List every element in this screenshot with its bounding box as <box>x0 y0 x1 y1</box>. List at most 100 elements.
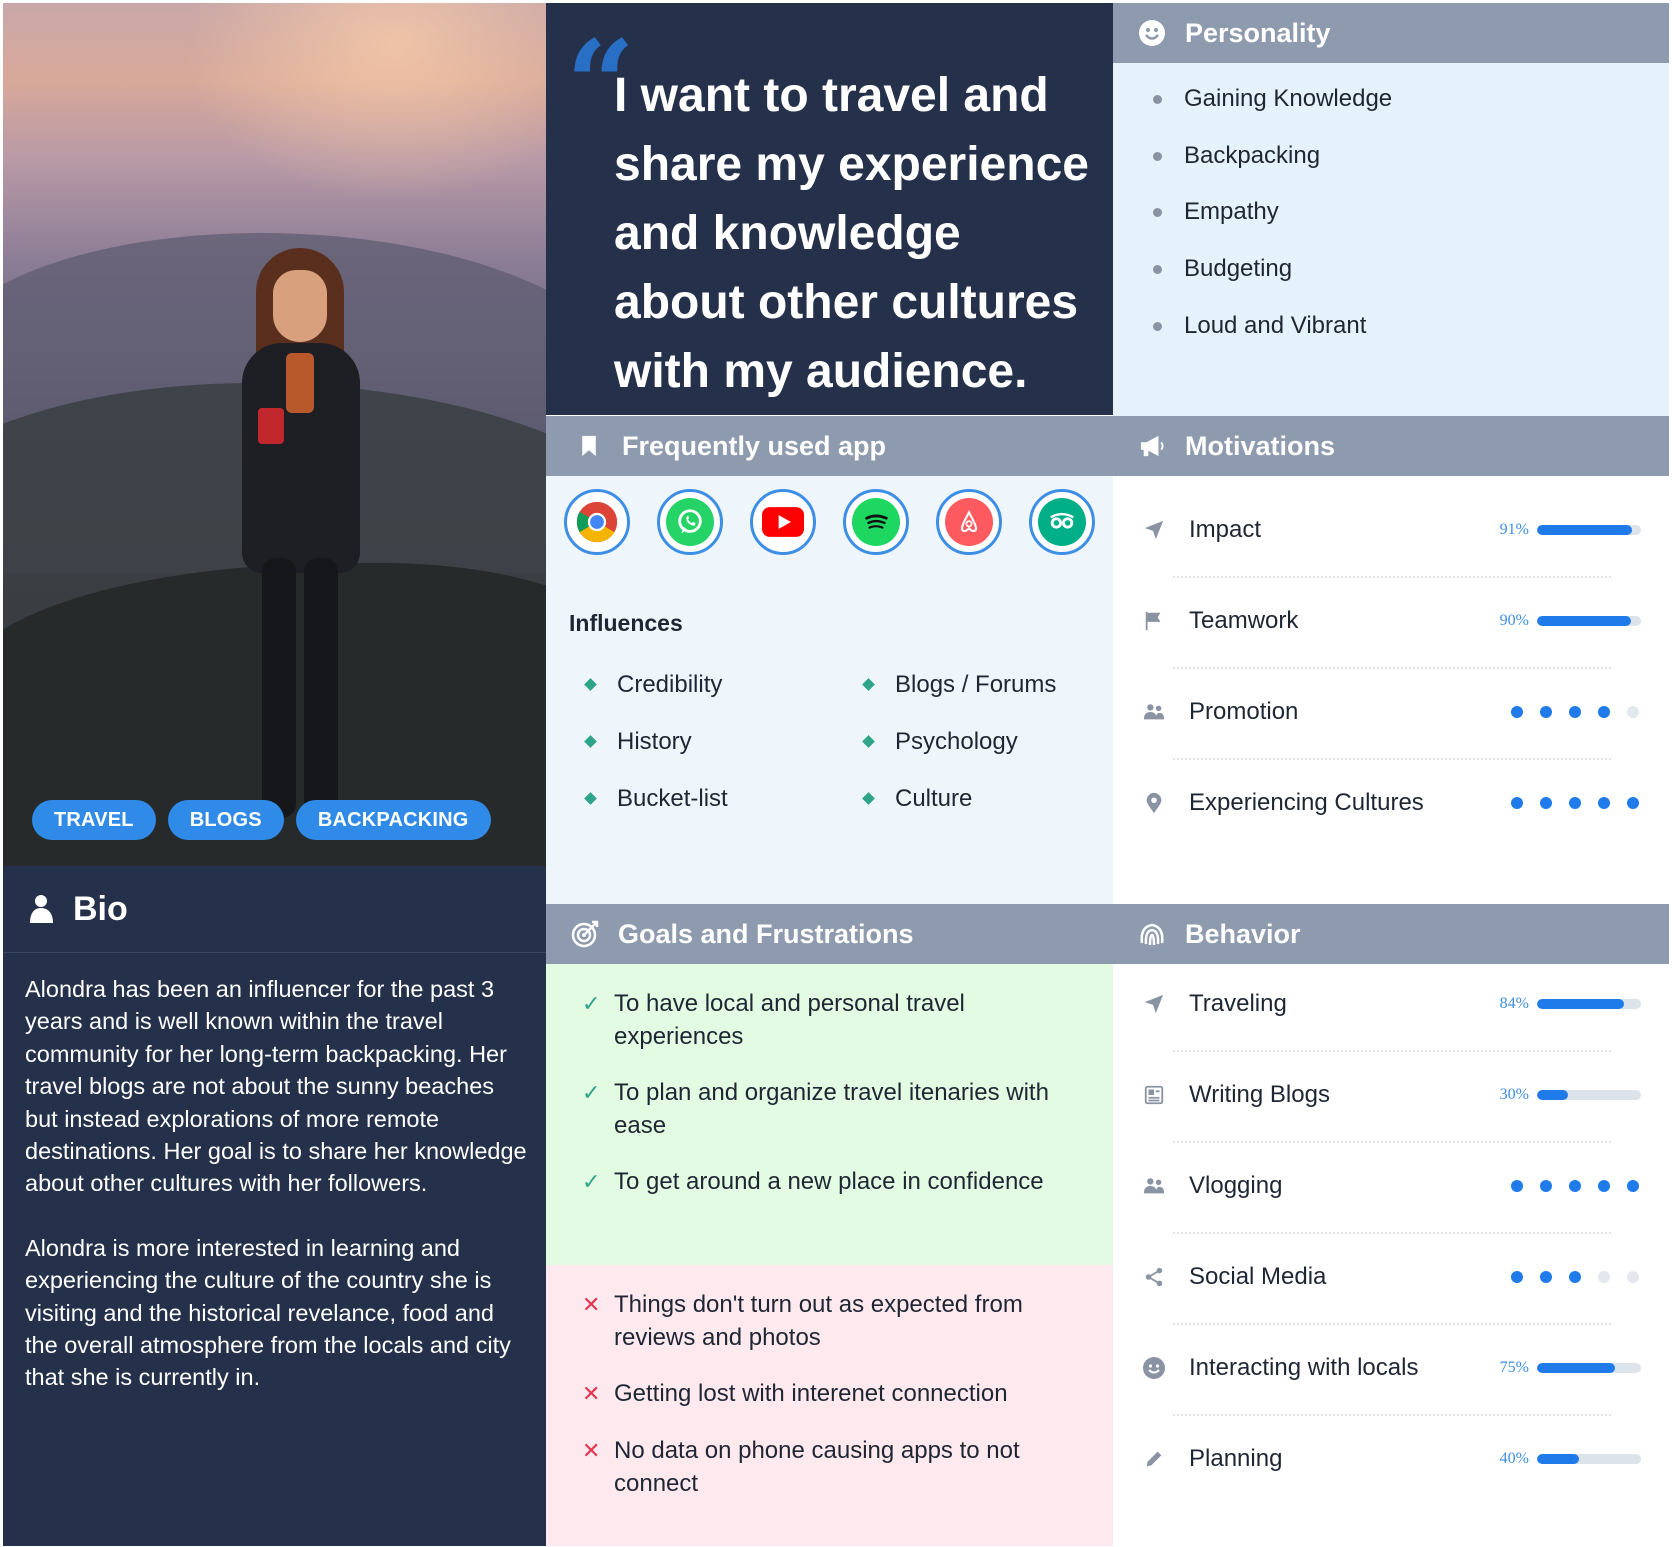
tripadvisor-icon[interactable] <box>1029 489 1095 555</box>
bullet-icon <box>1153 264 1162 274</box>
bio-panel: Bio Alondra has been an influencer for t… <box>3 866 546 1546</box>
tag-backpacking[interactable]: BACKPACKING <box>295 800 491 840</box>
goal-item: ✓ To plan and organize travel itenaries w… <box>582 1077 1082 1142</box>
diamond-icon <box>862 792 875 805</box>
motivations-panel: Impact 91% Teamwork 90% Promotion Experiencin… <box>1113 476 1669 904</box>
influence-item: Psychology <box>862 723 1096 760</box>
rating-dot-filled <box>1540 1180 1552 1192</box>
rating-dot-filled <box>1598 797 1610 809</box>
bullet-icon <box>1153 321 1162 331</box>
bio-paragraph: Alondra is more interested in learning a… <box>25 1234 511 1391</box>
app-icon-row <box>564 489 1095 555</box>
map-pin-icon <box>1141 790 1167 816</box>
metric-row: Teamwork 90% <box>1141 601 1641 641</box>
personality-title: Personality <box>1185 17 1331 48</box>
influences-title: Influences <box>569 610 683 636</box>
quote-panel: “ I want to travel and share my experien… <box>546 3 1113 415</box>
progress-bar <box>1537 1090 1641 1100</box>
personality-label: Loud and Vibrant <box>1184 312 1367 339</box>
rating-dot-filled <box>1569 1271 1581 1283</box>
people-icon <box>1141 1173 1167 1199</box>
goal-item: ✓ To get around a new place in confidence <box>582 1166 1082 1199</box>
apps-panel: Influences Credibility Blogs / Forums Hi… <box>546 476 1113 904</box>
metric-percent: 75% <box>1499 1359 1529 1376</box>
metric-label: Social Media <box>1189 1263 1327 1290</box>
goals-title: Goals and Frustrations <box>618 918 914 949</box>
metric-label: Interacting with locals <box>1189 1354 1419 1381</box>
diamond-icon <box>584 792 597 805</box>
rating-dot-filled <box>1598 706 1610 718</box>
personality-header: Personality <box>1113 3 1669 63</box>
airbnb-icon[interactable] <box>936 489 1002 555</box>
person-face <box>273 270 327 342</box>
metric-percent: 91% <box>1499 521 1529 538</box>
tag-travel[interactable]: TRAVEL <box>32 800 156 840</box>
influence-label: Bucket-list <box>617 784 728 812</box>
progress-bar <box>1537 1363 1641 1373</box>
influence-item: History <box>584 723 864 760</box>
spotify-icon[interactable] <box>843 489 909 555</box>
whatsapp-icon[interactable] <box>657 489 723 555</box>
metric-row: Writing Blogs 30% <box>1141 1075 1641 1115</box>
sky-glow <box>183 3 546 203</box>
progress-bar <box>1537 999 1641 1009</box>
metric-row: Impact 91% <box>1141 510 1641 550</box>
cross-icon: ✕ <box>582 1292 601 1317</box>
rating-dots <box>1511 1271 1639 1283</box>
rating-dots <box>1511 706 1639 718</box>
personality-label: Backpacking <box>1184 142 1321 169</box>
goal-text: To get around a new place in confidence <box>614 1168 1044 1195</box>
bullet-icon <box>1153 207 1162 217</box>
metric-percent: 84% <box>1499 995 1529 1012</box>
bio-title: Bio <box>73 889 128 928</box>
frustration-text: Getting lost with interenet connection <box>614 1380 1008 1407</box>
rating-dot-empty <box>1627 1271 1639 1283</box>
influences-list: Credibility Blogs / Forums History Psych… <box>584 666 1096 817</box>
tag-blogs[interactable]: BLOGS <box>167 800 284 840</box>
divider <box>1173 1232 1611 1234</box>
frustration-text: No data on phone causing apps to not con… <box>614 1437 1020 1497</box>
progress-fill <box>1537 525 1632 535</box>
metric-row: Interacting with locals 75% <box>1141 1348 1641 1388</box>
goal-item: ✓ To have local and personal travel exper… <box>582 988 1082 1053</box>
frustration-text: Things don't turn out as expected from r… <box>614 1291 1023 1351</box>
divider <box>1173 1414 1611 1416</box>
metric-percent: 90% <box>1499 612 1529 629</box>
divider <box>1173 758 1611 760</box>
person-mug <box>258 408 284 444</box>
rating-dot-filled <box>1569 797 1581 809</box>
cross-icon: ✕ <box>582 1381 601 1406</box>
youtube-icon[interactable] <box>750 489 816 555</box>
person-shirt <box>286 353 314 413</box>
rating-dots <box>1511 1180 1639 1192</box>
smiley-icon <box>1137 18 1167 48</box>
user-icon <box>30 895 53 923</box>
share-icon <box>1141 1264 1167 1290</box>
check-icon: ✓ <box>582 1169 601 1194</box>
divider <box>1173 1323 1611 1325</box>
diamond-icon <box>584 678 597 691</box>
chrome-icon[interactable] <box>564 489 630 555</box>
progress-fill <box>1537 1363 1615 1373</box>
paper-plane-icon <box>1141 991 1167 1017</box>
personality-item: Loud and Vibrant <box>1153 312 1366 340</box>
diamond-icon <box>584 735 597 748</box>
person-leg-right <box>304 558 338 818</box>
personality-item: Gaining Knowledge <box>1153 85 1392 113</box>
rating-dot-filled <box>1540 797 1552 809</box>
rating-dot-filled <box>1569 1180 1581 1192</box>
influence-label: Culture <box>895 784 973 812</box>
behavior-header: Behavior <box>1113 904 1669 964</box>
metric-row: Planning 40% <box>1141 1439 1641 1479</box>
divider <box>1173 1141 1611 1143</box>
divider <box>1173 1050 1611 1052</box>
motivations-title: Motivations <box>1185 430 1336 461</box>
rating-dot-filled <box>1598 1180 1610 1192</box>
personality-item: Backpacking <box>1153 142 1320 170</box>
bullet-icon <box>1153 94 1162 104</box>
metric-row: Traveling 84% <box>1141 984 1641 1024</box>
personality-label: Gaining Knowledge <box>1184 85 1393 112</box>
metric-label: Writing Blogs <box>1189 1081 1330 1108</box>
bio-text: Alondra has been an influencer for the p… <box>3 953 546 1394</box>
rating-dot-filled <box>1627 1180 1639 1192</box>
